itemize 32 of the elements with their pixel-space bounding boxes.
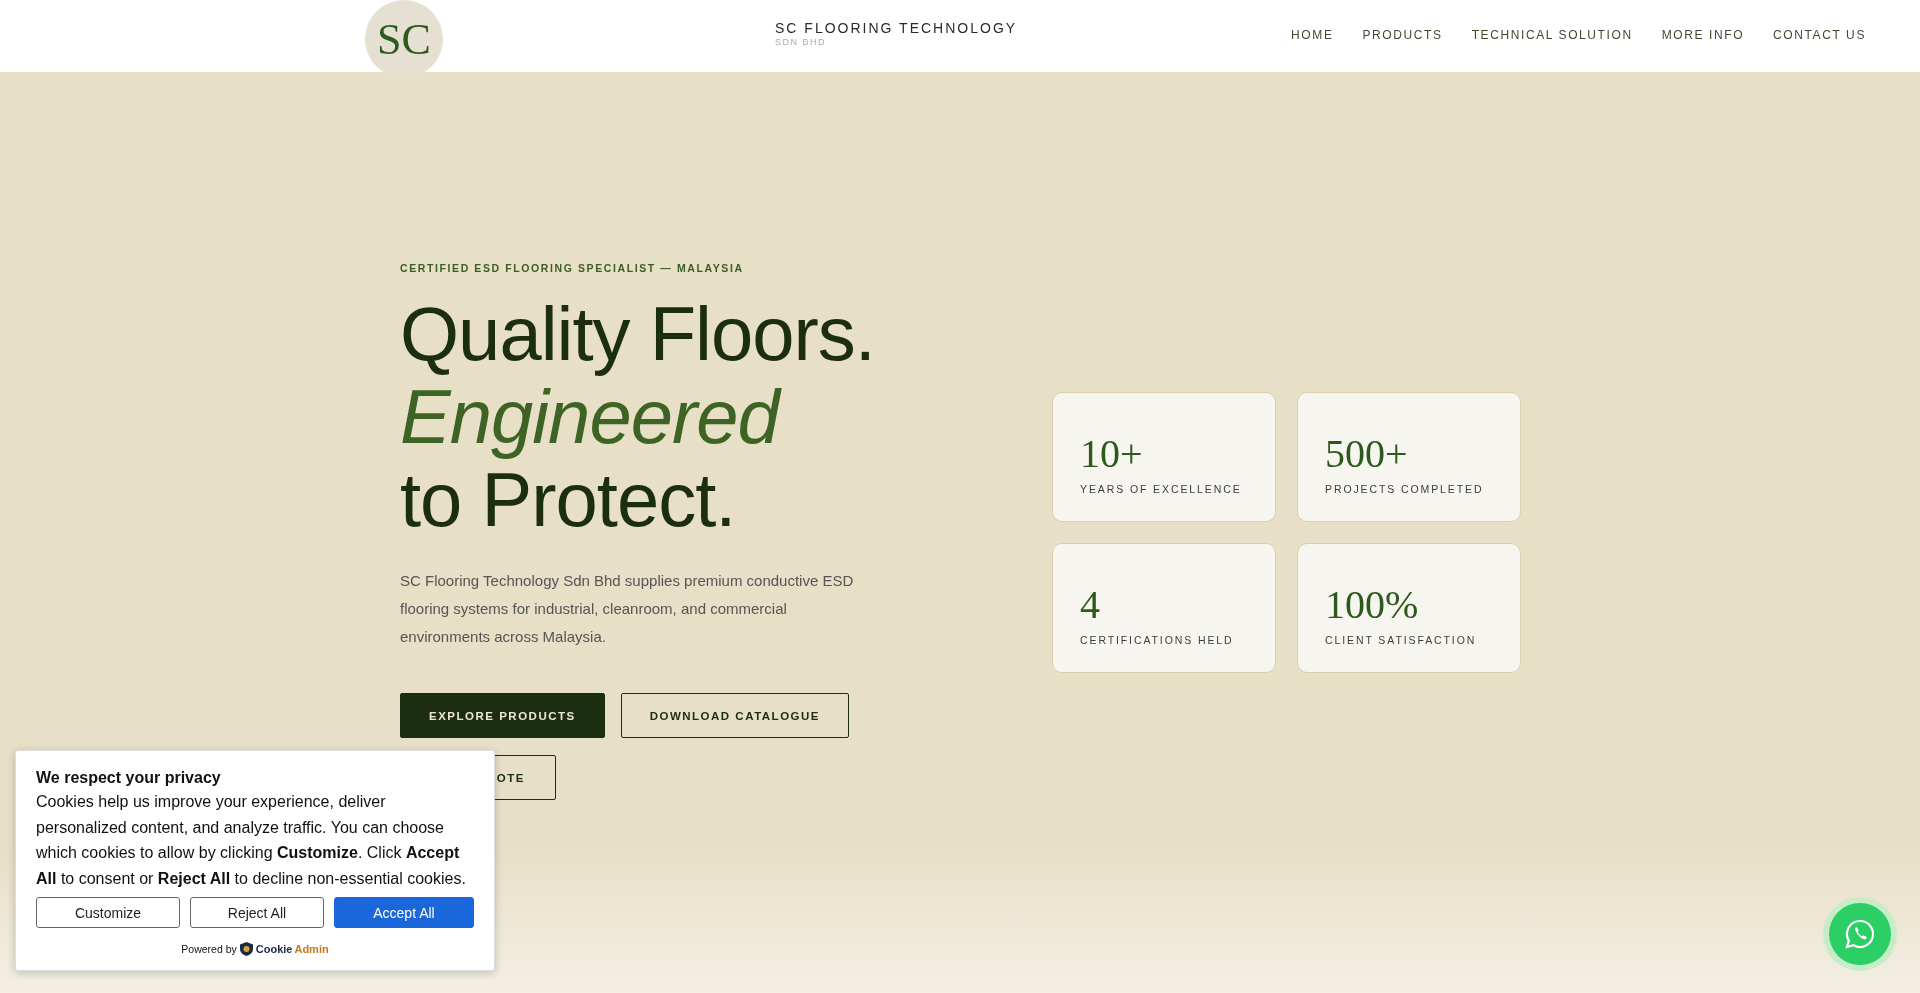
explore-button[interactable]: EXPLORE PRODUCTS <box>400 693 605 738</box>
banner-text: Cookies help us improve your experience, deliver personalized content, and analyze traffic. You can choose which cookies to allow by clicking Customize. Click Accept All to consent or Reject All to decline non-essential cookies. <box>36 792 467 889</box>
hero-description: SC Flooring Technology Sdn Bhd supplies premium conductive ESD flooring systems for industrial, cleanroom, and commercial environments across Malaysia. <box>400 571 855 647</box>
eyebrow-text: CERTIFIED ESD FLOORING SPECIALIST — MALAYSIA <box>400 262 745 274</box>
stat-label: YEARS OF EXCELLENCE <box>1080 482 1243 495</box>
stat-label: PROJECTS COMPLETED <box>1325 482 1485 495</box>
consent-button[interactable]: Reject All <box>190 897 324 928</box>
banner-title: We respect your privacy <box>36 769 222 787</box>
nav-link[interactable]: PRODUCTS <box>1362 28 1443 42</box>
cookieadmin-logo[interactable]: Cookie Admin <box>255 943 329 955</box>
nav-link[interactable]: HOME <box>1291 28 1334 42</box>
powered-by-text: Powered by <box>181 943 237 955</box>
shield-icon <box>239 942 253 956</box>
brand-subtitle: SDN BHD <box>775 37 827 47</box>
outline-button[interactable]: DOWNLOAD CATALOGUE <box>620 693 849 738</box>
nav-link[interactable]: TECHNICAL SOLUTION <box>1471 28 1633 42</box>
consent-button[interactable]: Customize <box>36 897 180 928</box>
stat-value: 10+ <box>1080 433 1144 474</box>
whatsapp-button[interactable] <box>1823 897 1897 971</box>
brand-name: SC FLOORING TECHNOLOGY <box>775 20 1018 36</box>
stat-value: 500+ <box>1325 433 1409 474</box>
headline-line: Engineered <box>400 375 960 458</box>
stat-label: CLIENT SATISFACTION <box>1325 633 1478 646</box>
nav-link[interactable]: MORE INFO <box>1661 28 1745 42</box>
headline-line: to Protect. <box>400 458 736 541</box>
stat-value: 100% <box>1325 584 1420 625</box>
stat-label: CERTIFICATIONS HELD <box>1080 633 1235 646</box>
nav-link[interactable]: CONTACT US <box>1773 28 1866 42</box>
consent-button[interactable]: Accept All <box>334 897 474 928</box>
logo[interactable]: SC <box>365 0 443 78</box>
stat-value: 4 <box>1080 584 1101 625</box>
headline-line: Quality Floors. <box>400 292 876 375</box>
